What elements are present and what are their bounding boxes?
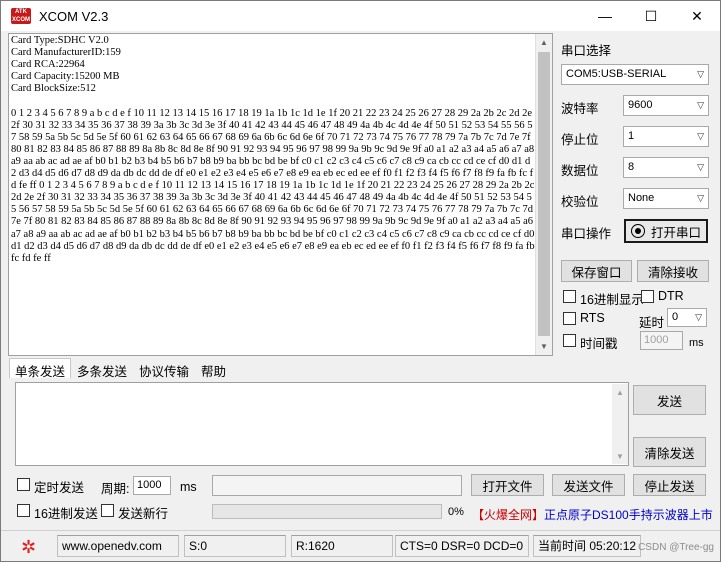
tab-protocol[interactable]: 协议传输	[133, 358, 195, 379]
send-button[interactable]: 发送	[633, 385, 706, 415]
open-port-button[interactable]: 打开串口	[624, 219, 708, 243]
xcom-window: ATK XCOM XCOM V2.3 — ☐ ✕ Card Type:SDHC V…	[0, 0, 721, 562]
gear-icon[interactable]: ✲	[21, 538, 39, 556]
radio-icon	[630, 224, 645, 238]
chevron-down-icon: ▽	[697, 193, 704, 203]
parity-select[interactable]: None ▽	[623, 188, 709, 209]
hex-display-checkbox[interactable]	[563, 290, 576, 303]
delay-select[interactable]: 0 ▽	[667, 308, 707, 327]
website-url[interactable]: www.openedv.com	[57, 535, 179, 557]
open-file-button[interactable]: 打开文件	[471, 474, 544, 496]
progress-percent: 0%	[448, 506, 464, 518]
timestamp-label: 时间戳	[580, 337, 618, 351]
rts-checkbox[interactable]	[563, 312, 576, 325]
baud-label: 波特率	[561, 102, 599, 116]
received-count: R:1620	[291, 535, 393, 557]
dtr-label: DTR	[658, 289, 684, 303]
send-newline-label: 发送新行	[118, 507, 169, 521]
data-bits-select[interactable]: 8 ▽	[623, 157, 709, 178]
chevron-down-icon: ▽	[697, 69, 704, 79]
scroll-up-icon[interactable]: ▲	[536, 34, 552, 51]
tab-single-send[interactable]: 单条发送	[9, 358, 72, 379]
stop-bits-select[interactable]: 1 ▽	[623, 126, 709, 147]
baud-value: 9600	[628, 99, 653, 111]
scroll-down-icon[interactable]: ▼	[612, 448, 628, 464]
period-unit: ms	[180, 480, 197, 494]
period-input[interactable]: 1000	[133, 476, 171, 495]
dtr-checkbox[interactable]	[641, 290, 654, 303]
parity-value: None	[628, 192, 655, 204]
rts-label: RTS	[580, 311, 605, 325]
current-time: 当前时间 05:20:12	[533, 535, 641, 557]
receive-area[interactable]: Card Type:SDHC V2.0 Card ManufacturerID:…	[8, 33, 553, 356]
ad-text: 正点原子DS100手持示波器上市	[544, 508, 713, 522]
timed-send-label: 定时发送	[34, 481, 85, 495]
stop-bits-value: 1	[628, 130, 635, 142]
chevron-down-icon: ▽	[697, 131, 704, 141]
data-bits-value: 8	[628, 161, 635, 173]
stop-bits-label: 停止位	[561, 133, 599, 147]
scroll-up-icon[interactable]: ▲	[612, 384, 628, 400]
send-input[interactable]: ▲ ▼	[15, 382, 629, 466]
close-button[interactable]: ✕	[674, 1, 720, 31]
delay-value: 0	[672, 311, 679, 323]
chevron-down-icon: ▽	[697, 100, 704, 110]
file-path-field[interactable]	[212, 475, 462, 496]
status-bar: ✲ www.openedv.com S:0 R:1620 CTS=0 DSR=0…	[1, 530, 720, 561]
port-select[interactable]: COM5:USB-SERIAL ▽	[561, 64, 709, 85]
hex-send-checkbox[interactable]	[17, 504, 30, 517]
ad-link[interactable]: 【火爆全网】正点原子DS100手持示波器上市	[472, 506, 713, 523]
minimize-button[interactable]: —	[582, 1, 628, 31]
hex-send-label: 16进制发送	[34, 507, 98, 521]
port-select-value: COM5:USB-SERIAL	[566, 68, 667, 80]
tab-multi-send[interactable]: 多条发送	[71, 358, 133, 379]
clear-send-button[interactable]: 清除发送	[633, 437, 706, 467]
delay-label: 延时	[639, 316, 665, 330]
port-operation-label: 串口操作	[561, 227, 612, 241]
data-bits-label: 数据位	[561, 164, 599, 178]
send-file-button[interactable]: 发送文件	[552, 474, 625, 496]
open-port-label: 打开串口	[650, 225, 701, 240]
title-bar: ATK XCOM XCOM V2.3 — ☐ ✕	[1, 1, 720, 31]
period-label: 周期:	[101, 482, 130, 496]
save-window-button[interactable]: 保存窗口	[561, 260, 632, 282]
hex-display-label: 16进制显示	[580, 293, 644, 307]
scroll-down-icon[interactable]: ▼	[536, 338, 552, 355]
chevron-down-icon: ▽	[695, 312, 702, 322]
line-status: CTS=0 DSR=0 DCD=0	[395, 535, 529, 557]
watermark: CSDN @Tree-gg	[638, 542, 714, 553]
stop-send-button[interactable]: 停止发送	[633, 474, 706, 496]
maximize-button[interactable]: ☐	[628, 1, 674, 31]
timestamp-checkbox[interactable]	[563, 334, 576, 347]
baud-select[interactable]: 9600 ▽	[623, 95, 709, 116]
receive-scrollbar[interactable]: ▲ ▼	[535, 34, 552, 355]
sent-count: S:0	[184, 535, 286, 557]
send-progress-bar	[212, 504, 442, 519]
port-select-label: 串口选择	[561, 44, 612, 58]
send-newline-checkbox[interactable]	[101, 504, 114, 517]
ad-highlight: 【火爆全网】	[472, 508, 545, 522]
parity-label: 校验位	[561, 195, 599, 209]
timed-send-checkbox[interactable]	[17, 478, 30, 491]
tab-help[interactable]: 帮助	[195, 358, 232, 379]
window-title: XCOM V2.3	[39, 8, 109, 24]
send-scrollbar[interactable]: ▲ ▼	[612, 384, 628, 464]
scroll-thumb[interactable]	[538, 52, 550, 336]
clear-receive-button[interactable]: 清除接收	[637, 260, 709, 282]
send-tabs: 单条发送 多条发送 协议传输 帮助	[9, 358, 232, 379]
chevron-down-icon: ▽	[697, 162, 704, 172]
receive-text: Card Type:SDHC V2.0 Card ManufacturerID:…	[11, 35, 535, 264]
timestamp-unit: ms	[689, 337, 704, 349]
app-logo-icon: ATK XCOM	[11, 8, 31, 24]
timestamp-interval-input[interactable]: 1000	[640, 331, 683, 350]
